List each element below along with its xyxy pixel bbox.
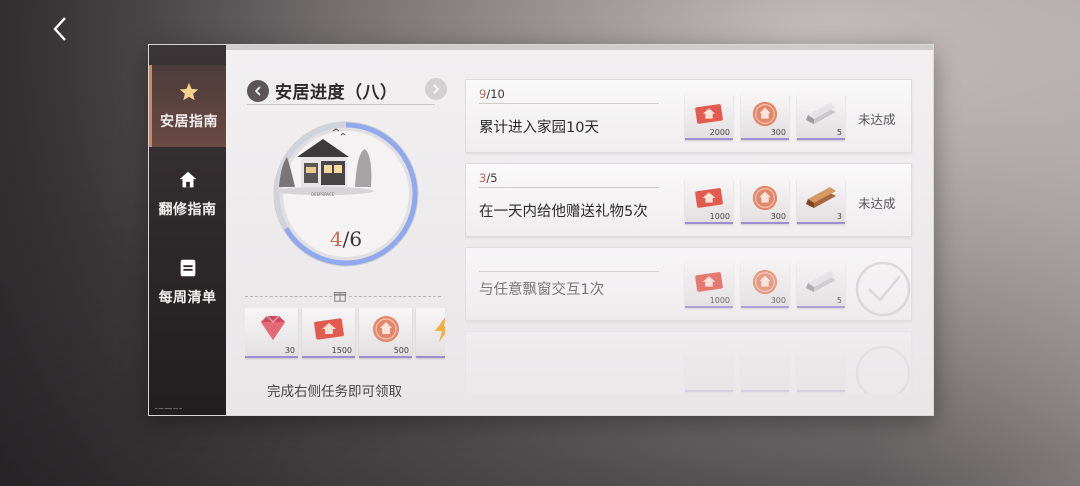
task-row-completed: 与任意飘窗交互1次 1000 300 5 bbox=[465, 247, 912, 321]
coin-icon bbox=[752, 269, 778, 295]
silver-plank-icon bbox=[806, 271, 836, 292]
completed-check-icon bbox=[855, 261, 911, 317]
reward-item[interactable]: 3 bbox=[797, 178, 845, 224]
house-illustration: DEEPSPACE bbox=[274, 128, 374, 197]
reward-qty: 2000 bbox=[709, 128, 730, 137]
wood-plank-icon bbox=[806, 187, 836, 208]
sidebar-item-renovation-guide[interactable]: 翻修指南 bbox=[149, 153, 226, 235]
task-progress-total: /10 bbox=[486, 87, 505, 101]
reward-item[interactable]: 30 bbox=[245, 308, 298, 358]
silver-plank-icon bbox=[806, 103, 836, 124]
bolt-icon bbox=[434, 316, 445, 342]
ticket-icon bbox=[695, 188, 723, 208]
reward-qty: 5 bbox=[836, 296, 842, 305]
reward-item[interactable]: 1000 bbox=[685, 262, 733, 308]
coin-icon bbox=[372, 316, 399, 342]
task-progress: 3/5 bbox=[479, 171, 498, 185]
task-divider bbox=[479, 271, 659, 272]
reward-qty: 30 bbox=[284, 346, 295, 355]
back-button[interactable] bbox=[46, 14, 76, 44]
sidebar-item-label: 安居指南 bbox=[160, 114, 218, 130]
chevron-left-icon bbox=[53, 17, 66, 41]
progress-current: 4 bbox=[329, 227, 343, 251]
chevron-left-icon bbox=[254, 85, 261, 96]
reward-item[interactable]: 1500 bbox=[302, 308, 355, 358]
progress-total: 6 bbox=[349, 227, 363, 251]
reward-qty: 300 bbox=[770, 128, 786, 137]
completed-check-icon bbox=[855, 345, 911, 393]
reward-item[interactable]: 500 bbox=[359, 308, 412, 358]
sidebar-fine-print: ━ ━━ ━━━ ━━ ━ bbox=[155, 406, 182, 411]
chevron-right-icon bbox=[433, 84, 440, 94]
gem-icon bbox=[260, 315, 285, 340]
star-icon bbox=[179, 82, 199, 101]
task-row: 9/10 累计进入家园10天 2000 300 5 未达成 bbox=[465, 79, 912, 153]
reward-item bbox=[741, 346, 789, 392]
task-divider bbox=[479, 103, 659, 104]
reward-qty: 3 bbox=[836, 212, 842, 221]
task-status: 未达成 bbox=[858, 112, 896, 127]
task-row: 3/5 在一天内给他赠送礼物5次 1000 300 3 未达成 bbox=[465, 163, 912, 237]
task-list: 9/10 累计进入家园10天 2000 300 5 未达成 3/5 在一天内给他… bbox=[465, 79, 915, 393]
ticket-icon bbox=[313, 318, 344, 340]
sidebar-item-weekly-list[interactable]: 每周清单 bbox=[149, 241, 226, 323]
reward-item[interactable] bbox=[416, 308, 445, 358]
ticket-icon bbox=[695, 104, 723, 124]
progress-column: 安居进度（八） DEEPSPACE 4/6 30 1500 500 完成右侧任务… bbox=[239, 45, 454, 415]
task-reward-list: 1000 300 3 bbox=[685, 178, 845, 224]
progress-ring: DEEPSPACE 4/6 bbox=[269, 117, 423, 271]
sidebar-item-label: 翻修指南 bbox=[158, 202, 217, 218]
reward-item[interactable]: 5 bbox=[797, 262, 845, 308]
reward-qty: 5 bbox=[836, 128, 842, 137]
prev-stage-button[interactable] bbox=[247, 79, 269, 102]
task-reward-list: 2000 300 5 bbox=[685, 94, 845, 140]
house-caption: DEEPSPACE bbox=[311, 192, 335, 197]
home-icon bbox=[179, 171, 196, 188]
task-reward-list bbox=[685, 346, 845, 392]
ticket-icon bbox=[695, 272, 723, 292]
reward-qty: 1500 bbox=[331, 346, 352, 355]
task-reward-list: 1000 300 5 bbox=[685, 262, 845, 308]
sidebar: 安居指南 翻修指南 每周清单 ━ ━━ ━━━ ━━ ━ bbox=[149, 45, 226, 415]
reward-item[interactable]: 300 bbox=[741, 178, 789, 224]
reward-item[interactable]: 300 bbox=[741, 94, 789, 140]
task-description: 在一天内给他赠送礼物5次 bbox=[479, 204, 648, 220]
list-icon bbox=[180, 259, 195, 277]
progress-title: 安居进度（八） bbox=[275, 83, 398, 103]
task-row-partial bbox=[465, 331, 912, 393]
task-status: 未达成 bbox=[858, 196, 896, 211]
reward-item[interactable]: 2000 bbox=[685, 94, 733, 140]
task-progress-total: /5 bbox=[486, 171, 498, 185]
reward-item bbox=[797, 346, 845, 392]
reward-qty: 500 bbox=[393, 346, 409, 355]
progress-count: 4/6 bbox=[329, 227, 363, 251]
reward-qty: 300 bbox=[770, 296, 786, 305]
next-stage-button[interactable] bbox=[425, 78, 447, 100]
gift-icon bbox=[332, 288, 348, 304]
reward-item[interactable]: 1000 bbox=[685, 178, 733, 224]
progress-header: 安居进度（八） bbox=[247, 77, 447, 105]
reward-qty: 300 bbox=[770, 212, 786, 221]
claim-hint: 完成右侧任务即可领取 bbox=[267, 384, 402, 400]
guide-panel: 安居指南 翻修指南 每周清单 ━ ━━ ━━━ ━━ ━ 安居进度（八） DEE… bbox=[148, 44, 934, 416]
task-description: 累计进入家园10天 bbox=[479, 120, 599, 136]
reward-qty: 1000 bbox=[709, 296, 730, 305]
sidebar-item-label: 每周清单 bbox=[158, 290, 217, 306]
task-description: 与任意飘窗交互1次 bbox=[479, 282, 605, 298]
task-progress: 9/10 bbox=[479, 87, 505, 101]
coin-icon bbox=[752, 185, 778, 211]
reward-item bbox=[685, 346, 733, 392]
reward-item[interactable]: 300 bbox=[741, 262, 789, 308]
stage-reward-list: 30 1500 500 bbox=[245, 308, 445, 360]
sidebar-item-housing-guide[interactable]: 安居指南 bbox=[149, 65, 226, 147]
reward-qty: 1000 bbox=[709, 212, 730, 221]
reward-item[interactable]: 5 bbox=[797, 94, 845, 140]
coin-icon bbox=[752, 101, 778, 127]
task-divider bbox=[479, 187, 659, 188]
